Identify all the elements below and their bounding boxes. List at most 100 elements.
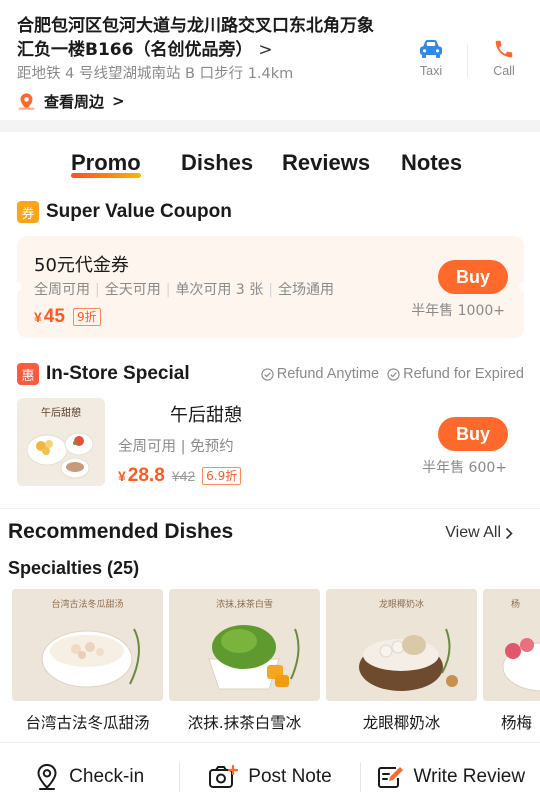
deal-image-caption: 午后甜憩	[41, 408, 81, 419]
tab-dishes-label: Dishes	[181, 150, 254, 175]
coupon-tag: 全场通用	[277, 282, 334, 298]
coupon-card[interactable]: 50元代金券 全周可用 | 全天可用 | 单次可用 3 张 | 全场通用 ¥45 9折 Bu…	[12, 236, 529, 338]
guarantee-label: Refund for Expired	[403, 366, 524, 382]
store-address-panel: 合肥包河区包河大道与龙川路交叉口东北角万象汇负一楼B166（名创优品旁） > 距…	[0, 0, 540, 118]
coupon-buy-button[interactable]: Buy	[438, 260, 508, 294]
store-address-text: 合肥包河区包河大道与龙川路交叉口东北角万象汇负一楼B166（名创优品旁）	[17, 16, 374, 60]
dish-image-caption: 龙眼椰奶冰	[378, 600, 424, 610]
deal-price-value: 28.8	[127, 465, 165, 486]
coupon-price-value: 45	[43, 306, 65, 327]
coupon-usage-tags: 全周可用 | 全天可用 | 单次可用 3 张 | 全场通用	[34, 279, 334, 299]
post-note-label: Post Note	[248, 765, 332, 787]
nearby-location-icon	[18, 92, 35, 110]
store-address[interactable]: 合肥包河区包河大道与龙川路交叉口东北角万象汇负一楼B166（名创优品旁） >	[17, 14, 387, 62]
guarantee-refund-anytime: Refund Anytime	[261, 366, 379, 382]
dish-image-caption: 浓抹,抹茶白雪	[216, 600, 273, 610]
section-gap	[0, 120, 540, 132]
taxi-label: Taxi	[419, 64, 443, 78]
guarantee-refund-expired: Refund for Expired	[387, 366, 524, 382]
deal-image[interactable]: 午后甜憩	[17, 398, 105, 486]
dish-name: 杨梅	[501, 714, 533, 732]
currency-symbol: ¥	[34, 309, 42, 325]
coupon-notch-left	[12, 282, 22, 292]
active-tab-indicator	[71, 173, 141, 178]
dish-image: 台湾古法冬瓜甜汤	[12, 589, 163, 701]
deal-name[interactable]: 午后甜憩	[170, 401, 242, 427]
coupon-tag: 全天可用	[104, 282, 161, 298]
dish-image: 龙眼椰奶冰	[326, 589, 477, 701]
contact-actions: Taxi Call	[395, 38, 540, 94]
view-all-link[interactable]: View All	[445, 524, 513, 542]
coupon-sold-count: 半年售 1000+	[411, 303, 505, 319]
deal-original-price: ¥42	[171, 468, 196, 484]
section-divider	[0, 508, 540, 509]
dish-card[interactable]: 台湾古法冬瓜甜汤 台湾古法冬瓜甜汤	[12, 589, 163, 733]
tab-dishes[interactable]: Dishes	[181, 150, 253, 176]
tab-promo-label: Promo	[71, 150, 141, 175]
dish-card[interactable]: 浓抹,抹茶白雪 浓抹.抹茶白雪冰	[169, 589, 320, 733]
coupon-notch-right	[519, 282, 529, 292]
special-section-header: 惠 In-Store Special	[17, 362, 190, 386]
coupon-section-header: 券 Super Value Coupon	[17, 200, 232, 224]
special-badge-icon: 惠	[17, 363, 39, 385]
check-in-button[interactable]: Check-in	[0, 743, 179, 810]
check-in-label: Check-in	[69, 765, 145, 787]
phone-icon	[495, 40, 513, 58]
camera-plus-icon	[209, 764, 239, 788]
bottom-action-bar: Check-in Post Note Write Review	[0, 742, 540, 810]
specialties-title: Specialties (25)	[8, 558, 140, 578]
location-pin-icon	[37, 763, 57, 790]
call-button[interactable]: Call	[468, 38, 540, 94]
special-section-title: In-Store Special	[46, 363, 190, 384]
tab-notes[interactable]: Notes	[401, 150, 462, 176]
dish-card[interactable]: 杨 杨梅	[483, 589, 540, 733]
coupon-title: 50元代金券	[34, 255, 129, 276]
taxi-icon	[420, 40, 442, 58]
tag-separator: |	[268, 282, 273, 298]
chevron-right-icon: >	[258, 40, 273, 60]
tab-promo[interactable]: Promo	[71, 150, 141, 178]
deal-tags: 全周可用 | 免预约	[118, 439, 234, 455]
deal-price-row: ¥28.8 ¥42 6.9折	[118, 465, 242, 487]
dish-name: 龙眼椰奶冰	[362, 714, 441, 732]
guarantee-label: Refund Anytime	[276, 366, 380, 382]
chevron-right-icon: >	[112, 92, 125, 110]
edit-review-icon	[377, 766, 403, 788]
deal-buy-button[interactable]: Buy	[438, 417, 508, 451]
dish-image-caption: 杨	[511, 600, 521, 610]
tag-separator: |	[165, 282, 171, 298]
tab-reviews[interactable]: Reviews	[282, 150, 370, 176]
deal-sold-count: 半年售 600+	[422, 460, 507, 476]
dish-name: 台湾古法冬瓜甜汤	[25, 714, 150, 732]
coupon-price-row: ¥45 9折	[34, 306, 101, 328]
view-all-label: View All	[445, 524, 501, 541]
write-review-button[interactable]: Write Review	[361, 743, 540, 810]
check-circle-icon	[261, 367, 274, 381]
post-note-button[interactable]: Post Note	[180, 743, 359, 810]
currency-symbol: ¥	[118, 468, 126, 484]
coupon-price: ¥45	[34, 306, 65, 328]
check-circle-icon	[387, 367, 400, 381]
call-label: Call	[493, 64, 515, 78]
dish-image-caption: 台湾古法冬瓜甜汤	[51, 600, 124, 610]
deal-discount-badge: 6.9折	[202, 467, 242, 485]
deal-price: ¥28.8	[118, 465, 165, 487]
dish-image: 浓抹,抹茶白雪	[169, 589, 320, 701]
view-nearby-link[interactable]: 查看周边 >	[17, 90, 125, 112]
dish-card[interactable]: 龙眼椰奶冰 龙眼椰奶冰	[326, 589, 477, 733]
recommended-title: Recommended Dishes	[8, 520, 234, 543]
coupon-discount-badge: 9折	[72, 308, 101, 326]
tab-notes-label: Notes	[401, 150, 463, 175]
coupon-tag: 单次可用 3 张	[175, 282, 264, 298]
coupon-section-title: Super Value Coupon	[46, 201, 232, 222]
tab-reviews-label: Reviews	[282, 150, 371, 175]
tag-separator: |	[95, 282, 100, 298]
chevron-right-icon	[505, 527, 513, 539]
view-nearby-label: 查看周边	[44, 92, 105, 111]
transit-info: 距地铁 4 号线望湖城南站 B 口步行 1.4km	[17, 66, 294, 82]
refund-guarantees: Refund Anytime Refund for Expired	[261, 366, 524, 382]
coupon-badge-icon: 券	[17, 201, 39, 223]
tab-bar: Promo Dishes Reviews Notes	[0, 150, 540, 190]
taxi-button[interactable]: Taxi	[395, 38, 467, 94]
coupon-tag: 全周可用	[34, 282, 90, 298]
